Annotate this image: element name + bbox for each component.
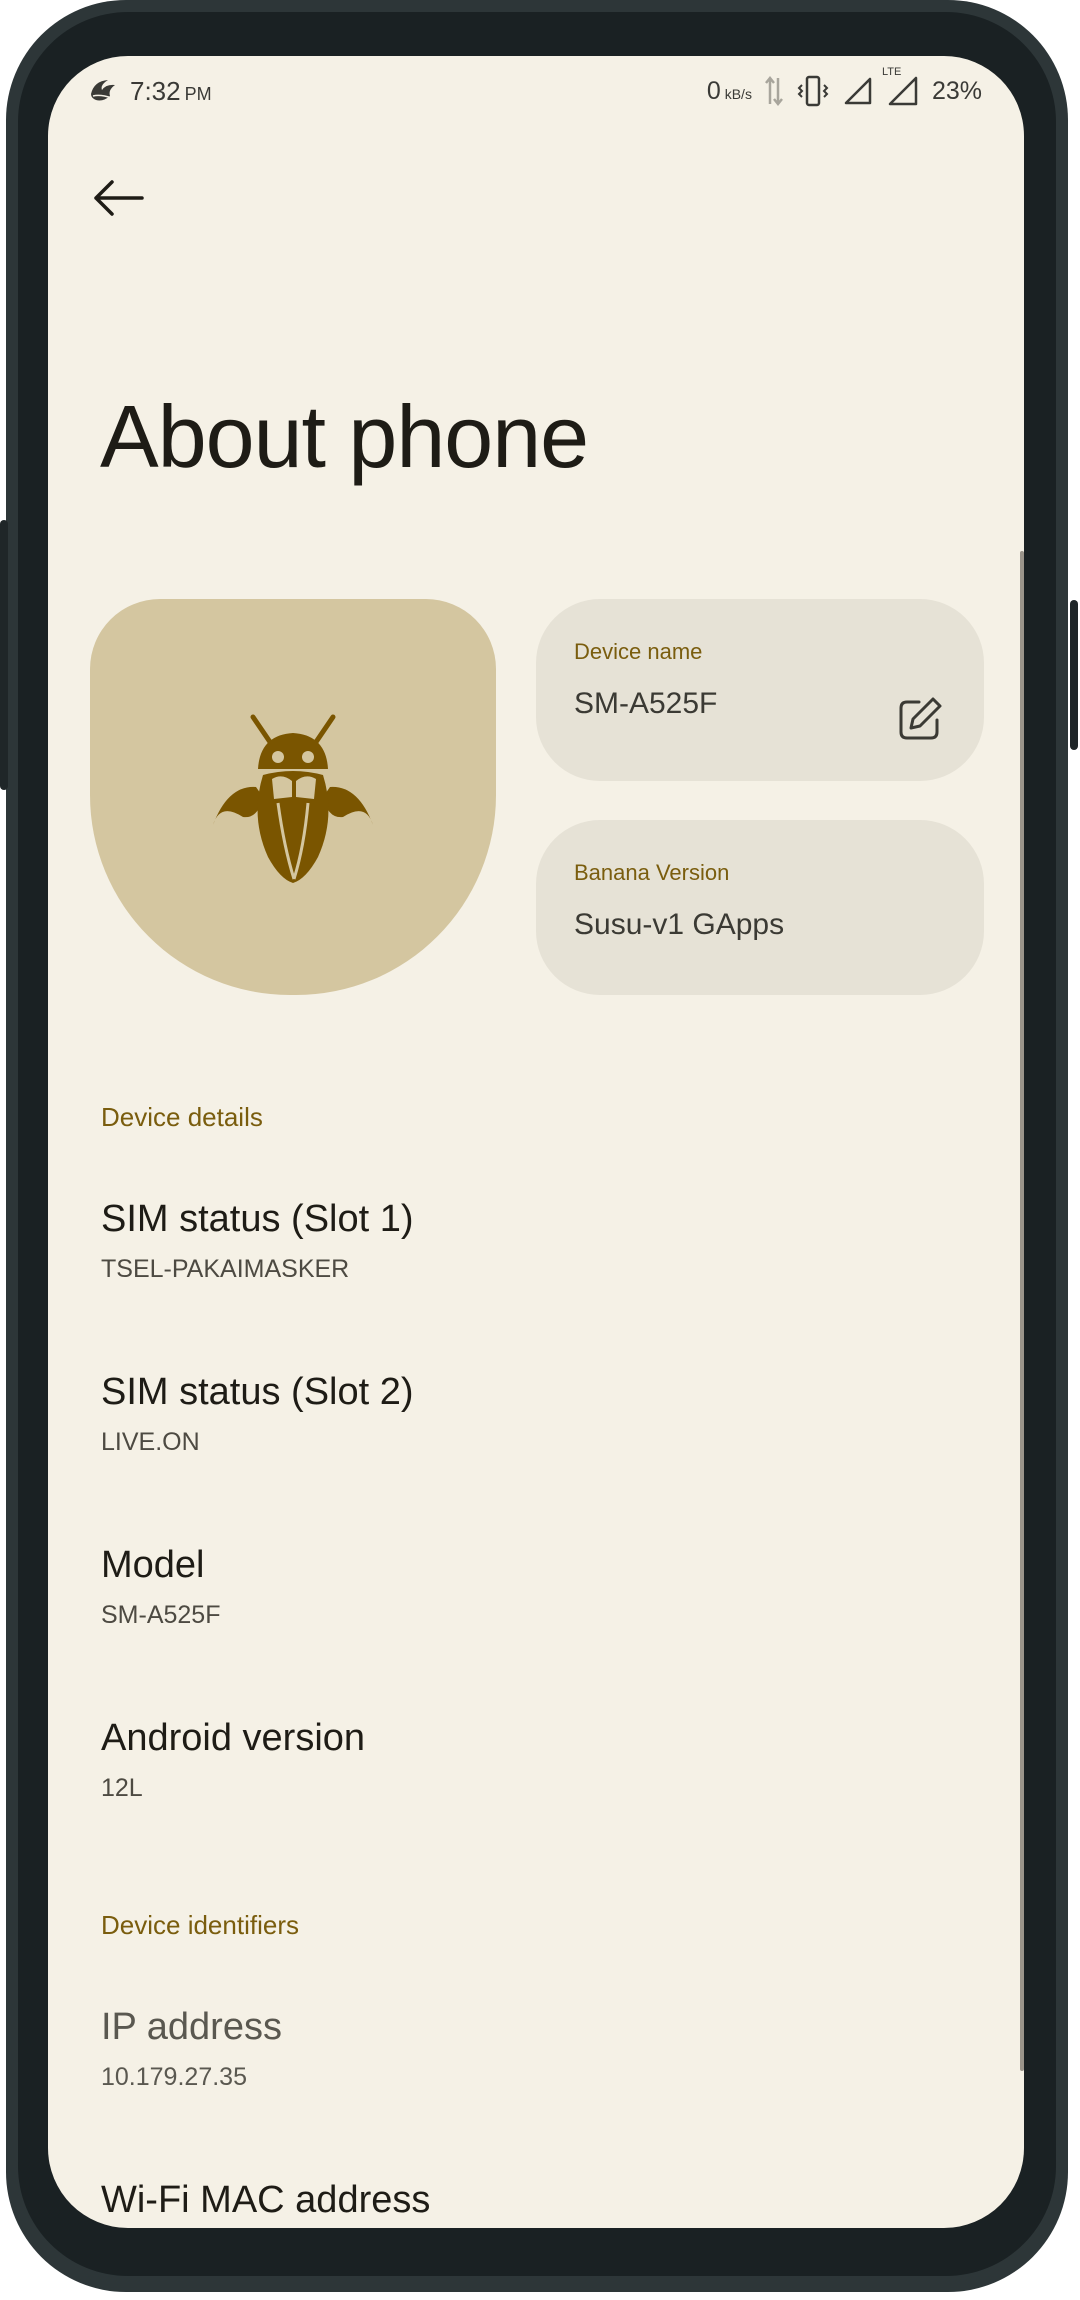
- page-title: About phone: [100, 387, 589, 486]
- signal-icon: [842, 75, 874, 107]
- phone-side-button: [0, 520, 8, 790]
- pref-sim-status-slot-1[interactable]: SIM status (Slot 1) TSEL-PAKAIMASKER: [101, 1198, 981, 1284]
- clock-time: 7:32: [130, 75, 181, 106]
- clock: 7:32 PM: [130, 76, 212, 107]
- net-speed-unit: kB/s: [724, 85, 752, 102]
- pref-title: Android version: [101, 1717, 366, 1759]
- status-right: 0 kB/s LTE 23%: [707, 66, 982, 108]
- network-type-label: LTE: [881, 66, 902, 78]
- pref-ip-address[interactable]: IP address 10.179.27.35: [101, 2006, 981, 2092]
- pref-wifi-mac-address[interactable]: Wi-Fi MAC address: [101, 2179, 981, 2222]
- edit-device-name-button[interactable]: [890, 689, 950, 749]
- device-hero-card: [90, 599, 496, 995]
- device-name-label: Device name: [574, 639, 703, 664]
- bug-mascot-icon: [208, 707, 378, 887]
- vibrate-icon: [796, 74, 830, 108]
- back-button[interactable]: [76, 156, 160, 240]
- edit-icon: [895, 694, 945, 744]
- banana-version-label: Banana Version: [574, 860, 730, 885]
- device-name-card[interactable]: Device name SM-A525F: [536, 599, 984, 781]
- pref-title: SIM status (Slot 1): [101, 1198, 414, 1240]
- pref-summary: 10.179.27.35: [101, 2063, 247, 2091]
- pref-summary: LIVE.ON: [101, 1428, 200, 1456]
- lte-signal-icon: LTE: [882, 66, 920, 108]
- pref-title: Model: [101, 1544, 205, 1586]
- data-activity-icon: [764, 74, 784, 108]
- screen: 7:32 PM 0 kB/s LTE 23% About phone Devic…: [48, 56, 1024, 2228]
- clock-ampm: PM: [184, 83, 212, 104]
- pref-android-version[interactable]: Android version 12L: [101, 1717, 981, 1803]
- pref-summary: 12L: [101, 1774, 143, 1802]
- net-speed: 0 kB/s: [707, 77, 752, 106]
- status-bar: 7:32 PM 0 kB/s LTE 23%: [48, 56, 1024, 126]
- pref-model[interactable]: Model SM-A525F: [101, 1544, 981, 1630]
- app-notification-icon: [88, 76, 118, 106]
- pref-summary: SM-A525F: [101, 1601, 221, 1629]
- arrow-back-icon: [92, 178, 144, 218]
- section-header-device-identifiers: Device identifiers: [101, 1910, 299, 1940]
- status-left: 7:32 PM: [88, 76, 212, 107]
- section-header-device-details: Device details: [101, 1102, 263, 1132]
- pref-summary: TSEL-PAKAIMASKER: [101, 1255, 350, 1283]
- pref-title: SIM status (Slot 2): [101, 1371, 414, 1413]
- battery-percent: 23%: [931, 76, 982, 105]
- pref-sim-status-slot-2[interactable]: SIM status (Slot 2) LIVE.ON: [101, 1371, 981, 1457]
- pref-title: IP address: [101, 2006, 282, 2048]
- net-speed-value: 0: [706, 76, 721, 105]
- scrollbar[interactable]: [1020, 551, 1024, 2071]
- banana-version-card[interactable]: Banana Version Susu-v1 GApps: [536, 820, 984, 995]
- pref-title: Wi-Fi MAC address: [101, 2179, 431, 2221]
- banana-version-value: Susu-v1 GApps: [574, 908, 785, 941]
- phone-side-button: [1070, 600, 1078, 750]
